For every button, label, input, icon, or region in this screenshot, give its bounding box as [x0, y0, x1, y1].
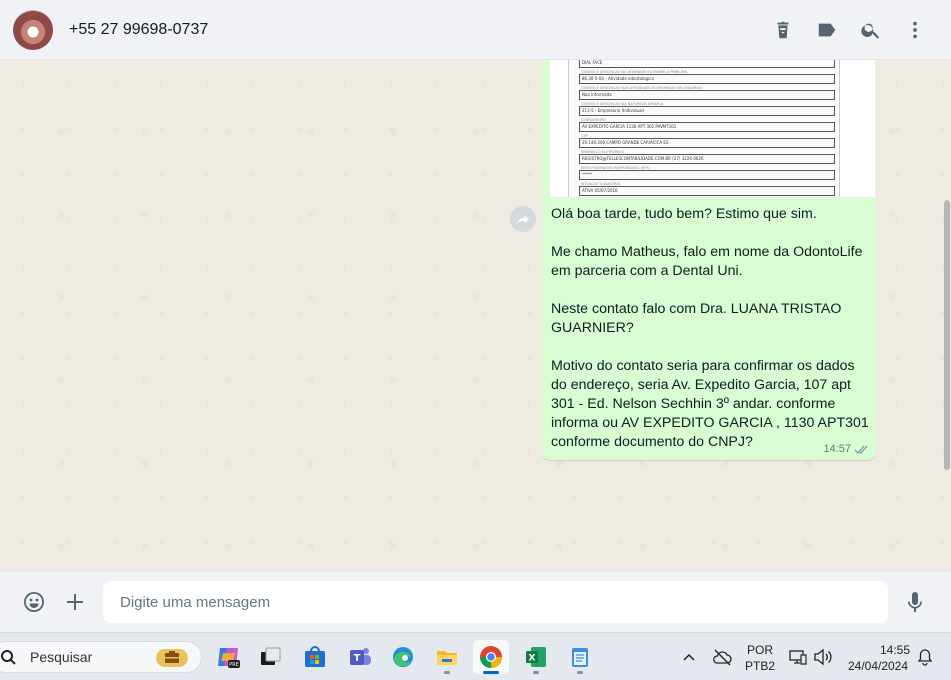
attach-plus-icon[interactable]	[59, 586, 91, 618]
forward-icon[interactable]	[510, 206, 536, 232]
emoji-icon[interactable]	[18, 586, 50, 618]
document-field: *****	[579, 170, 835, 180]
volume-icon[interactable]	[813, 648, 833, 666]
microphone-icon[interactable]	[899, 586, 931, 618]
clock[interactable]: 14:55 24/04/2024	[842, 642, 914, 674]
document-field-value: 213-5 - Empresario (Individual)	[582, 108, 645, 113]
network-icon[interactable]	[789, 648, 807, 666]
contact-name[interactable]: +55 27 99698-0737	[69, 21, 208, 39]
menu-kebab-icon[interactable]	[893, 8, 937, 52]
keyboard-layout: PTB2	[744, 659, 775, 673]
clock-date: 24/04/2024	[847, 659, 909, 673]
document-field-value: REGISTRO@TELLESCONTABILIDADE.COM.BR (27)…	[582, 156, 704, 161]
document-field: DIAL FACE	[579, 60, 835, 68]
language-indicator[interactable]: POR PTB2	[743, 642, 777, 674]
notification-bell-icon[interactable]	[917, 648, 933, 666]
svg-text:T: T	[354, 653, 361, 664]
file-explorer-icon[interactable]	[429, 640, 465, 674]
document-field: ATIVA 05/07/2016	[579, 186, 835, 196]
language-code: POR	[746, 643, 773, 657]
double-check-icon	[854, 445, 868, 454]
document-field: REGISTRO@TELLESCONTABILIDADE.COM.BR (27)…	[579, 154, 835, 164]
label-icon[interactable]	[805, 8, 849, 52]
chevron-up-icon[interactable]	[683, 652, 695, 662]
notepad-icon[interactable]	[562, 640, 598, 674]
document-field: 213-5 - Empresario (Individual)	[579, 106, 835, 116]
task-view-icon[interactable]	[252, 640, 288, 674]
chat-header: +55 27 99698-0737	[0, 0, 951, 60]
search-icon	[0, 649, 16, 665]
chat-panel[interactable]: DIAL FACE CODIGO E DESCRICAO DA ATIVIDADE…	[0, 60, 951, 572]
contact-avatar[interactable]	[13, 9, 53, 50]
message-meta: 14:57	[823, 443, 870, 455]
cloud-offline-icon[interactable]	[712, 648, 732, 666]
document-field-value: AV EXPEDITO GARCIA 1130 APT 301 PAVMT101	[582, 124, 677, 129]
svg-text:PRE: PRE	[229, 662, 239, 668]
search-icon[interactable]	[849, 8, 893, 52]
document-field: 86.30-5-04 - Atividade odontologica	[579, 74, 835, 84]
app-active-indicator	[483, 671, 499, 674]
microsoft-store-icon[interactable]	[297, 640, 333, 674]
document-field-value: ATIVA 05/07/2016	[582, 188, 618, 193]
delete-icon[interactable]	[761, 8, 805, 52]
message-text: Olá boa tarde, tudo bem? Estimo que sim.…	[551, 206, 869, 450]
chrome-icon[interactable]	[473, 640, 509, 674]
message-input[interactable]	[103, 581, 888, 623]
copilot-icon[interactable]: PRE	[210, 640, 246, 674]
teams-icon[interactable]: T	[342, 640, 378, 674]
app-running-indicator	[444, 671, 450, 674]
svg-text:X: X	[529, 654, 536, 664]
document-field-value: *****	[582, 172, 592, 177]
document-field: AV EXPEDITO GARCIA 1130 APT 301 PAVMT101	[579, 122, 835, 132]
document-field-value: 86.30-5-04 - Atividade odontologica	[582, 76, 654, 81]
app-running-indicator	[533, 671, 539, 674]
cnpj-document: DIAL FACE CODIGO E DESCRICAO DA ATIVIDADE…	[568, 60, 840, 197]
edge-icon[interactable]	[385, 640, 421, 674]
document-image[interactable]: DIAL FACE CODIGO E DESCRICAO DA ATIVIDADE…	[550, 60, 875, 197]
excel-icon[interactable]: X	[518, 640, 554, 674]
document-field-value: Nao informada	[582, 92, 612, 97]
document-field-value: 29.146-200 CAMPO GRANDE CARIACICA ES	[582, 140, 669, 145]
document-field: Nao informada	[579, 90, 835, 100]
windows-taskbar: Pesquisar PRE T X POR PTB2 14:55 24/04/2…	[0, 632, 951, 680]
document-field-value: DIAL FACE	[582, 60, 603, 65]
outgoing-message-bubble[interactable]: DIAL FACE CODIGO E DESCRICAO DA ATIVIDADE…	[542, 60, 876, 460]
message-composer	[0, 572, 951, 632]
header-actions	[761, 0, 951, 60]
app-running-indicator	[577, 671, 583, 674]
scrollbar-thumb[interactable]	[944, 200, 950, 470]
taskbar-search[interactable]: Pesquisar	[0, 641, 202, 673]
briefcase-icon	[156, 649, 188, 667]
message-time: 14:57	[823, 443, 851, 455]
document-field: 29.146-200 CAMPO GRANDE CARIACICA ES	[579, 138, 835, 148]
clock-time: 14:55	[879, 643, 910, 657]
chat-scrollbar[interactable]	[943, 60, 951, 572]
taskbar-search-label: Pesquisar	[30, 649, 93, 665]
